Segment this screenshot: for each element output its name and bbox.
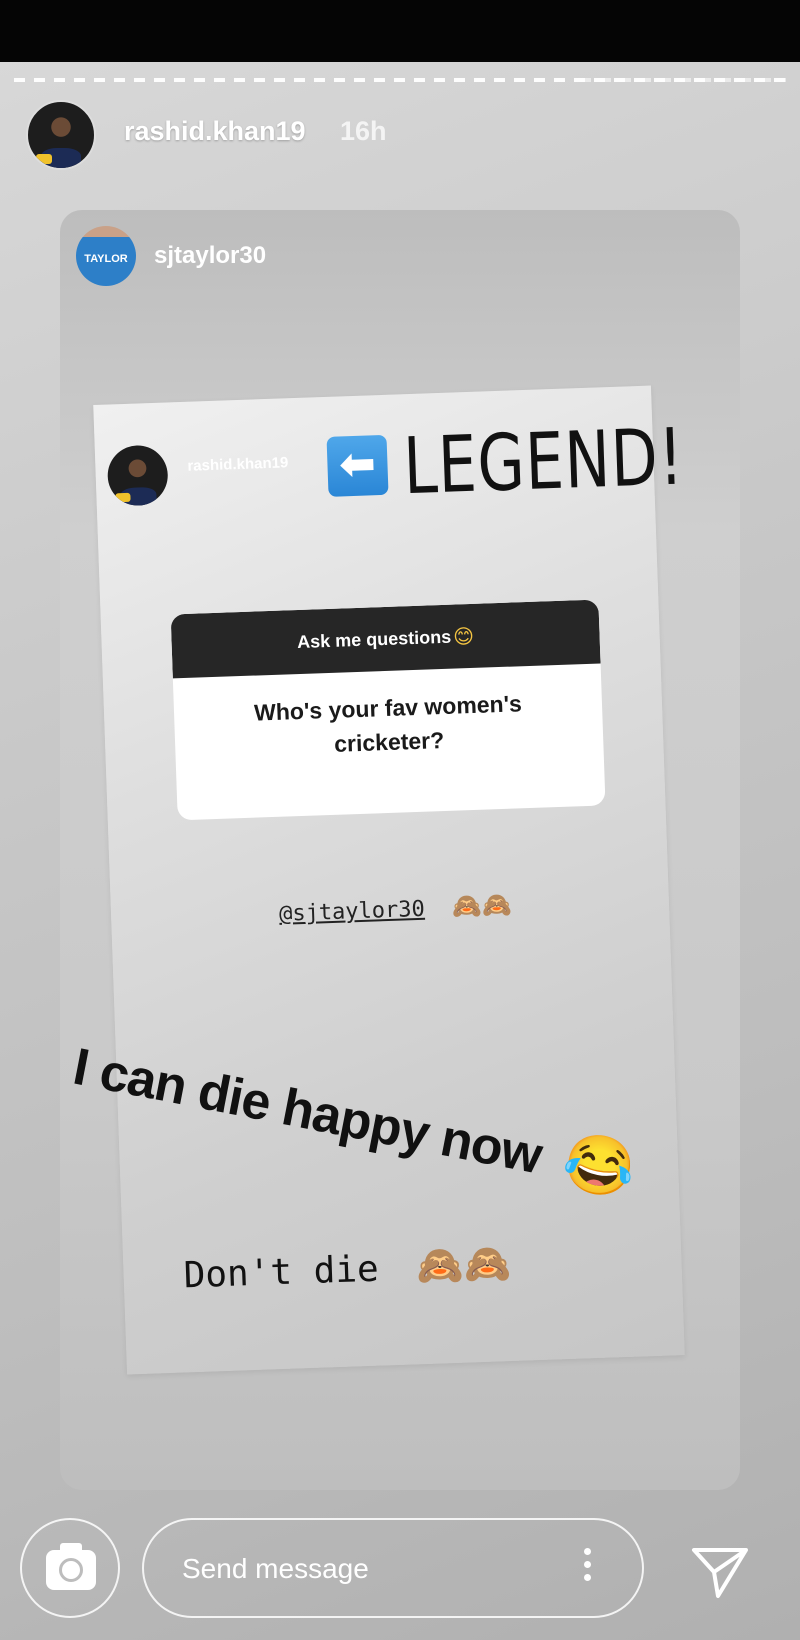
- laughing-emoji-icon: 😂: [557, 1126, 641, 1205]
- story-owner-avatar[interactable]: [26, 100, 96, 170]
- story-reply-bar: Send message: [0, 1500, 800, 1640]
- send-message-placeholder: Send message: [182, 1553, 369, 1584]
- legend-headline: LEGEND!: [402, 412, 686, 513]
- question-sticker: Ask me questions 😊 Who's your fav women'…: [170, 599, 606, 821]
- question-text: Who's your fav women's cricketer?: [253, 690, 523, 757]
- smile-emoji-icon: 😊: [452, 625, 475, 649]
- story-progress-remaining: [580, 78, 786, 82]
- story-timestamp: 16h: [340, 116, 387, 146]
- mention-line: @sjtaylor30 🙈🙈: [279, 890, 513, 927]
- story-owner-username[interactable]: rashid.khan19: [124, 116, 306, 147]
- see-no-evil-monkey-icon: 🙈🙈: [415, 1240, 512, 1289]
- more-options-icon[interactable]: [584, 1548, 594, 1588]
- embedded-story-avatar: [106, 444, 169, 507]
- embedded-story: rashid.khan19 ⬅ LEGEND! Ask me questions…: [69, 385, 686, 1375]
- embedded-story-username: rashid.khan19: [187, 454, 289, 475]
- camera-button[interactable]: [20, 1518, 120, 1618]
- send-message-input[interactable]: Send message: [142, 1518, 644, 1618]
- caption-text: I can die happy now 😂: [68, 1037, 641, 1205]
- avatar-jersey-text: TAYLOR: [84, 253, 128, 265]
- left-arrow-icon: ⬅: [326, 434, 389, 497]
- reshared-user-avatar[interactable]: TAYLOR: [76, 226, 136, 286]
- reshared-username[interactable]: sjtaylor30: [154, 242, 266, 270]
- reply-text: Don't die 🙈🙈: [182, 1240, 512, 1297]
- status-bar: [0, 0, 800, 62]
- mention-link[interactable]: @sjtaylor30: [279, 897, 425, 927]
- camera-icon: [46, 1543, 96, 1590]
- see-no-evil-monkey-icon: 🙈🙈: [451, 890, 513, 921]
- send-icon[interactable]: [690, 1544, 750, 1600]
